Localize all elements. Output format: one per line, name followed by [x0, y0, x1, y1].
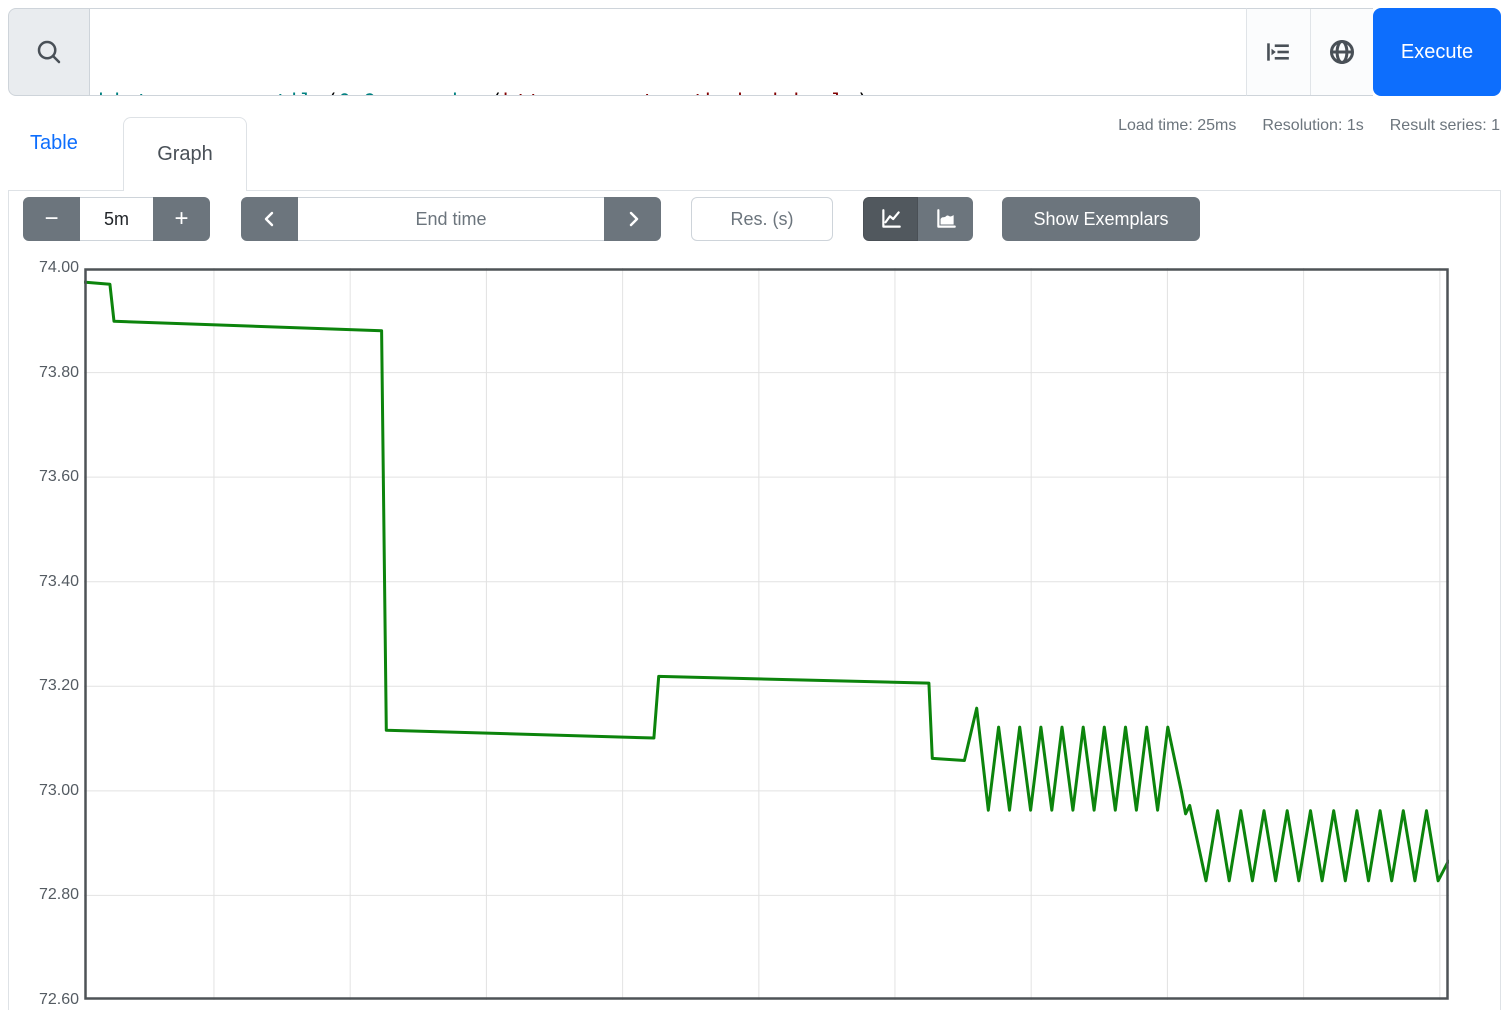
y-tick-label: 72.60	[9, 989, 79, 1010]
prometheus-expression-browser: { "colors": { "accent": "#0d6efd", "btn_…	[0, 0, 1508, 1010]
plot-area	[84, 268, 1449, 1000]
execute-button[interactable]: Execute	[1373, 8, 1501, 96]
format-expression-icon	[1265, 39, 1291, 65]
metrics-explorer-globe-icon	[1328, 38, 1356, 66]
y-tick-label: 72.80	[9, 884, 79, 906]
query-line-1: histogram_quantile(0.9, sum by (http_req…	[98, 86, 1238, 96]
load-time: Load time: 25ms	[1118, 117, 1236, 135]
tab-graph[interactable]: Graph	[123, 117, 247, 191]
stacked-chart-icon	[934, 207, 958, 231]
tab-table[interactable]: Table	[30, 132, 78, 155]
query-bar: histogram_quantile(0.9, sum by (http_req…	[8, 8, 1501, 96]
increase-range-button[interactable]: +	[153, 197, 210, 241]
query-editor[interactable]: histogram_quantile(0.9, sum by (http_req…	[90, 8, 1246, 96]
graph-panel: − +	[8, 190, 1501, 1010]
y-tick-label: 73.20	[9, 675, 79, 697]
stacked-chart-toggle-button[interactable]	[918, 197, 973, 241]
show-exemplars-button[interactable]: Show Exemplars	[1002, 197, 1200, 241]
y-axis: 74.00 73.80 73.60 73.40 73.20 73.00 72.80 72.60	[9, 191, 79, 1010]
time-navigation	[241, 197, 661, 241]
query-stats: Load time: 25ms Resolution: 1s Result se…	[1118, 117, 1500, 135]
search-icon	[34, 37, 64, 67]
format-expression-button[interactable]	[1247, 9, 1310, 95]
resolution-input[interactable]	[691, 197, 833, 241]
result-series: Result series: 1	[1390, 117, 1500, 135]
next-time-button[interactable]	[604, 197, 661, 241]
chevron-right-icon	[623, 209, 643, 229]
line-chart-toggle-button[interactable]	[863, 197, 918, 241]
chart[interactable]	[84, 268, 1449, 1000]
y-tick-label: 73.40	[9, 571, 79, 593]
y-tick-label: 74.00	[9, 257, 79, 279]
query-toolbar	[1246, 8, 1373, 96]
chevron-left-icon	[260, 209, 280, 229]
line-chart-icon	[879, 207, 903, 231]
chart-type-toggle	[863, 197, 973, 241]
resolution: Resolution: 1s	[1262, 117, 1363, 135]
range-input[interactable]	[80, 197, 153, 241]
y-tick-label: 73.00	[9, 780, 79, 802]
search-addon	[8, 8, 90, 96]
end-time-input[interactable]	[298, 197, 604, 241]
y-tick-label: 73.80	[9, 362, 79, 384]
previous-time-button[interactable]	[241, 197, 298, 241]
metrics-explorer-button[interactable]	[1310, 9, 1374, 95]
y-tick-label: 73.60	[9, 466, 79, 488]
